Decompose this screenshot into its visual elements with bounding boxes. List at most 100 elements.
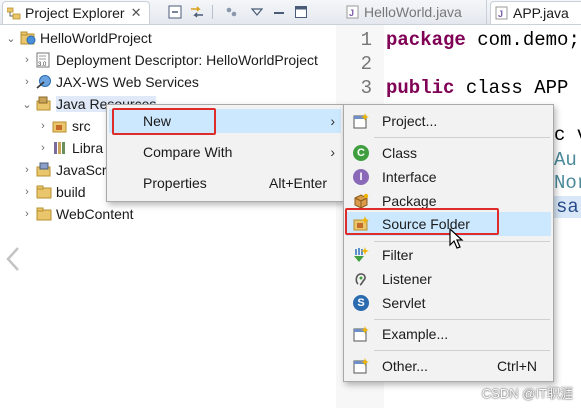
menu-label: Interface	[382, 169, 437, 185]
menu-separator	[374, 137, 550, 138]
explorer-tabbar: Project Explorer ✕	[0, 0, 336, 25]
menu-shortcut: Ctrl+N	[496, 358, 537, 374]
code-text: com.demo;	[465, 29, 580, 51]
watermark-text: CSDN @IT职涯	[481, 386, 573, 401]
chevron-right-icon: ›	[330, 144, 335, 160]
chevron-right-icon[interactable]: ›	[20, 76, 34, 88]
maximize-icon[interactable]	[292, 3, 310, 21]
tree-label: WebContent	[56, 206, 134, 222]
tree-label: Libra	[72, 140, 104, 156]
minimize-icon[interactable]	[270, 3, 288, 21]
class-icon: C	[353, 145, 369, 161]
menu-separator	[374, 350, 550, 351]
chevron-right-icon[interactable]: ›	[36, 142, 50, 154]
javascript-resources-icon	[36, 162, 52, 178]
svg-text:J: J	[349, 8, 354, 18]
tab-helloworld-java[interactable]: J HelloWorld.java	[342, 1, 462, 23]
menu-label: Filter	[382, 247, 414, 263]
menu-separator	[374, 319, 550, 320]
submenu-item-other[interactable]: Other... Ctrl+N	[346, 354, 551, 378]
submenu-item-listener[interactable]: Listener	[346, 267, 551, 291]
code-keyword: public	[386, 77, 455, 99]
close-icon[interactable]: ✕	[131, 5, 142, 21]
tab-label: HelloWorld.java	[364, 4, 462, 20]
collapse-all-icon[interactable]	[166, 3, 184, 21]
tree-row-build[interactable]: › build	[20, 181, 85, 203]
tree-label: JavaScr	[56, 162, 107, 178]
chevron-right-icon[interactable]: ›	[36, 120, 50, 132]
svg-text:J: J	[498, 9, 503, 19]
submenu-item-class[interactable]: C Class	[346, 141, 551, 165]
submenu-item-interface[interactable]: I Interface	[346, 165, 551, 189]
tree-row-root[interactable]: ⌄ HelloWorldProject	[4, 27, 152, 49]
menu-label: Compare With	[143, 144, 233, 160]
submenu-item-example[interactable]: Example...	[346, 322, 551, 346]
chevron-right-icon[interactable]: ›	[20, 54, 34, 66]
project-explorer-title: Project Explorer	[25, 5, 125, 21]
chevron-right-icon[interactable]: ›	[20, 208, 34, 220]
line-number: 1	[360, 29, 372, 51]
chevron-right-icon: ›	[330, 113, 335, 129]
tree-label: src	[72, 118, 91, 134]
code-line-3[interactable]: public class APP {	[386, 77, 581, 99]
example-icon	[353, 326, 369, 342]
tree-row-jax-ws[interactable]: › JAX-WS Web Services	[20, 71, 199, 93]
project-explorer-tab[interactable]: Project Explorer ✕	[2, 1, 150, 24]
tab-divider	[486, 0, 487, 24]
annotation-highlight-source-folder	[345, 208, 499, 235]
project-explorer-pane: Project Explorer ✕ ⌄ HelloWorldProject ›…	[0, 0, 336, 408]
filter-icon[interactable]	[222, 3, 240, 21]
project-explorer-icon	[6, 6, 21, 20]
code-text: class APP {	[454, 77, 581, 99]
folder-icon	[36, 184, 52, 200]
line-number: 3	[360, 77, 372, 99]
code-line-1[interactable]: package com.demo;	[386, 29, 580, 51]
mouse-cursor-icon	[449, 227, 465, 250]
chevron-right-icon[interactable]: ›	[20, 186, 34, 198]
web-services-icon	[36, 74, 52, 90]
tree-label: Deployment Descriptor: HelloWorldProject	[56, 52, 318, 68]
java-file-icon: J	[495, 6, 509, 20]
java-resources-icon	[36, 96, 52, 112]
chevron-down-icon[interactable]: ⌄	[4, 32, 18, 45]
package-icon	[353, 193, 369, 209]
listener-icon	[353, 271, 369, 287]
menu-label: Properties	[143, 175, 207, 191]
java-file-icon: J	[346, 5, 360, 19]
menu-label: Project...	[382, 113, 438, 129]
svg-text:3.0: 3.0	[38, 62, 47, 68]
annotation-highlight-new	[112, 108, 216, 135]
code-fragment: c v	[554, 124, 581, 146]
menu-label: Listener	[382, 271, 432, 287]
line-number: 2	[360, 53, 372, 75]
deployment-descriptor-icon: 3.0	[36, 52, 52, 68]
chevron-down-icon[interactable]: ⌄	[20, 98, 34, 111]
tree-label-root: HelloWorldProject	[40, 30, 152, 46]
menu-item-properties[interactable]: Properties Alt+Enter	[109, 171, 341, 195]
servlet-icon: S	[353, 295, 369, 311]
web-project-icon	[20, 30, 36, 46]
interface-icon: I	[353, 169, 369, 185]
chevron-left-icon[interactable]	[4, 246, 24, 272]
tree-row-webcontent[interactable]: › WebContent	[20, 203, 134, 225]
menu-label: Package	[382, 193, 437, 209]
submenu-item-servlet[interactable]: S Servlet	[346, 291, 551, 315]
menu-label: Servlet	[382, 295, 426, 311]
code-fragment: sa	[554, 196, 581, 218]
code-fragment: Au	[554, 149, 577, 171]
tree-row-src[interactable]: › src	[36, 115, 91, 137]
tab-label: APP.java	[513, 5, 569, 21]
view-menu-icon[interactable]	[248, 3, 266, 21]
tree-row-deployment-descriptor[interactable]: › 3.0 Deployment Descriptor: HelloWorldP…	[20, 49, 318, 71]
chevron-right-icon[interactable]: ›	[20, 164, 34, 176]
menu-item-compare-with[interactable]: Compare With ›	[109, 140, 341, 164]
toolbar-divider	[212, 5, 213, 19]
tree-label: JAX-WS Web Services	[56, 74, 199, 90]
menu-label: Other...	[382, 358, 428, 374]
tree-row-libraries[interactable]: › Libra	[36, 137, 103, 159]
link-with-editor-icon[interactable]	[188, 3, 206, 21]
menu-shortcut: Alt+Enter	[269, 175, 327, 191]
tab-app-java[interactable]: J APP.java	[490, 1, 581, 24]
submenu-item-project[interactable]: Project...	[346, 109, 551, 133]
tree-row-javascript[interactable]: › JavaScr	[20, 159, 107, 181]
